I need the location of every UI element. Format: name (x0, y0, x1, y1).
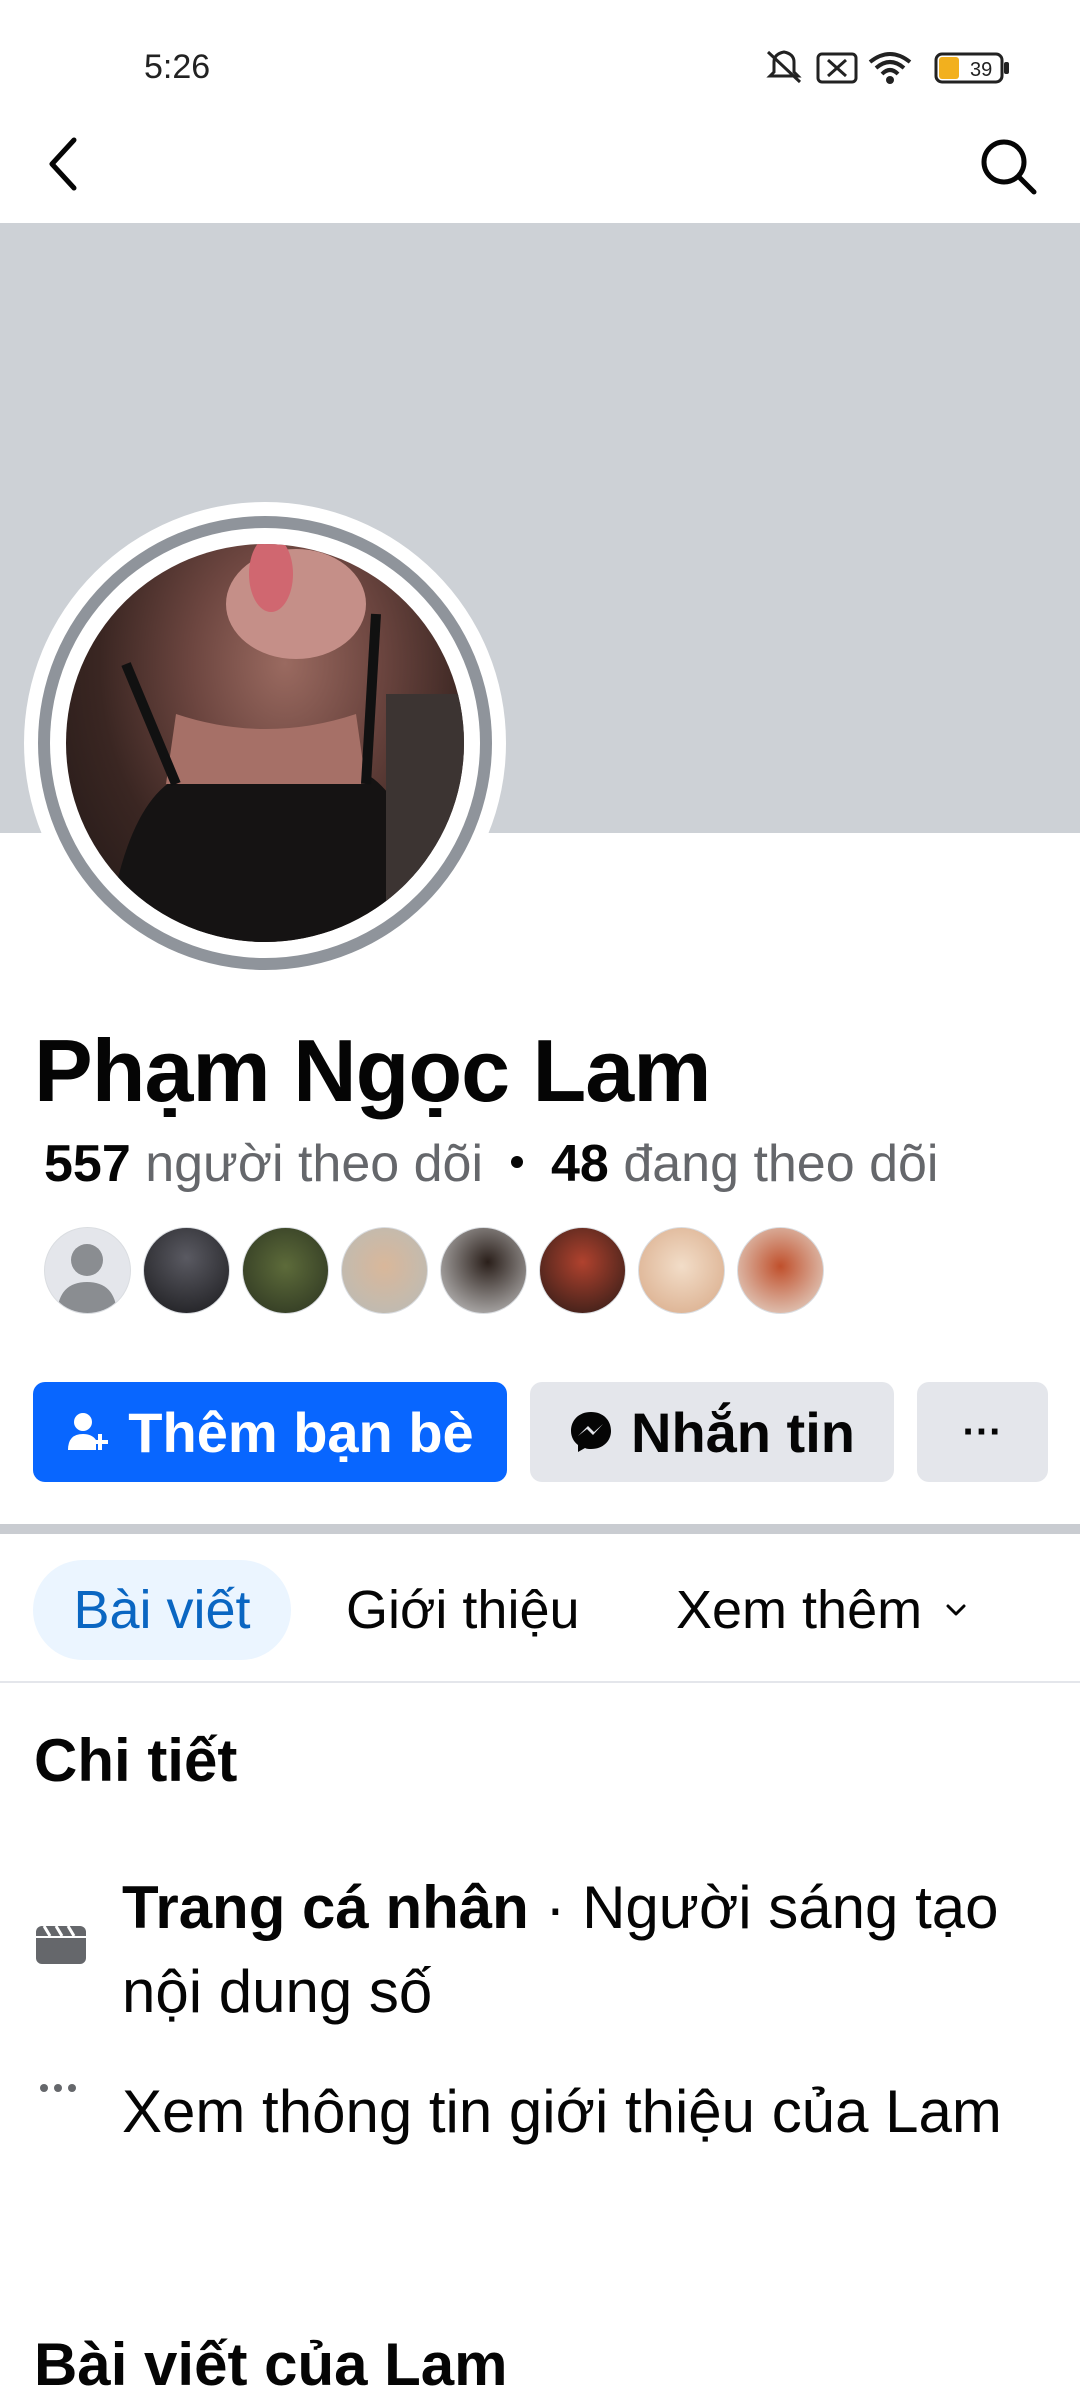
back-button[interactable] (40, 132, 92, 196)
tab-about-label: Giới thiệu (346, 1580, 580, 1640)
add-friend-button[interactable]: Thêm bạn bè (33, 1382, 507, 1482)
tab-posts-label: Bài viết (73, 1580, 251, 1640)
clapperboard-icon (34, 1922, 88, 1966)
status-time: 5:26 (144, 48, 211, 86)
friend-avatar[interactable] (341, 1227, 428, 1314)
friend-avatar[interactable] (440, 1227, 527, 1314)
posts-heading: Bài viết của Lam (34, 2331, 508, 2398)
profile-name: Phạm Ngọc Lam (34, 1021, 711, 1120)
no-sim-icon (816, 52, 858, 84)
mute-icon (766, 50, 802, 84)
following-label: đang theo dõi (623, 1135, 939, 1193)
add-friend-label: Thêm bạn bè (128, 1400, 474, 1464)
profile-avatar[interactable] (66, 544, 464, 942)
search-button[interactable] (976, 134, 1040, 198)
detail-profile-category: Trang cá nhân · Người sáng tạo nội dung … (122, 1866, 1002, 2034)
wifi-icon (868, 52, 912, 84)
chevron-down-icon (946, 1604, 966, 1616)
friend-avatar[interactable] (737, 1227, 824, 1314)
followers-label: người theo dõi (145, 1135, 484, 1193)
friend-avatar[interactable] (539, 1227, 626, 1314)
chevron-left-icon (49, 137, 77, 191)
separator-dot (511, 1156, 524, 1169)
following-count: 48 (551, 1135, 609, 1193)
battery-icon: 39 (934, 52, 1009, 84)
follow-stats[interactable]: 557 người theo dõi 48 đang theo dõi (44, 1134, 939, 1194)
profile-tabs: Bài viết Giới thiệu Xem thêm (0, 1556, 1080, 1666)
status-icons: 39 (760, 46, 1080, 90)
section-divider (0, 1524, 1080, 1534)
search-icon (981, 139, 1037, 195)
add-friend-icon (68, 1413, 109, 1450)
message-label: Nhắn tin (631, 1400, 855, 1464)
more-options-button[interactable]: ··· (917, 1382, 1048, 1482)
detail-category-bold: Trang cá nhân (122, 1874, 529, 1941)
see-about-info-link[interactable]: Xem thông tin giới thiệu của Lam (122, 2070, 1002, 2154)
tab-posts[interactable]: Bài viết (33, 1560, 291, 1660)
friend-avatar[interactable] (638, 1227, 725, 1314)
friend-avatar[interactable] (143, 1227, 230, 1314)
more-dots-icon (34, 2078, 88, 2098)
messenger-icon (571, 1412, 611, 1452)
friend-avatar[interactable] (44, 1227, 131, 1314)
mutual-friends-avatars[interactable] (44, 1227, 824, 1317)
more-dots-icon: ··· (962, 1409, 1003, 1454)
tab-about[interactable]: Giới thiệu (346, 1560, 580, 1660)
followers-count: 557 (44, 1135, 131, 1193)
svg-text:39: 39 (970, 59, 992, 81)
message-button[interactable]: Nhắn tin (530, 1382, 894, 1482)
tabs-divider (0, 1681, 1080, 1683)
tab-see-more-label: Xem thêm (676, 1580, 923, 1640)
friend-avatar[interactable] (242, 1227, 329, 1314)
details-heading: Chi tiết (34, 1727, 238, 1794)
tab-see-more[interactable]: Xem thêm (676, 1560, 974, 1660)
